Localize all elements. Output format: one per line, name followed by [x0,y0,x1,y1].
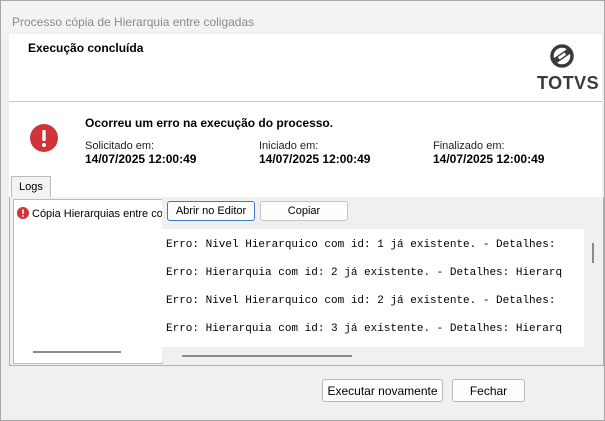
error-icon [30,124,58,152]
log-line: Erro: Nivel Hierarquico com id: 2 já exi… [166,295,556,307]
list-item[interactable]: Cópia Hierarquias entre coligadas [17,207,163,220]
tab-logs[interactable]: Logs [11,176,51,198]
log-text-area[interactable]: Erro: Nivel Hierarquico com id: 1 já exi… [162,229,584,347]
finished-value: 14/07/2025 12:00:49 [433,152,545,166]
footer: Executar novamente Fechar [9,366,602,420]
window-title: Processo cópia de Hierarquia entre colig… [12,15,255,29]
tab-strip: Logs [9,176,602,198]
totvs-logo-icon [550,44,574,68]
log-line: Erro: Hierarquia com id: 3 já existente.… [166,323,563,335]
started-value: 14/07/2025 12:00:49 [259,152,371,166]
dialog-window: Processo cópia de Hierarquia entre colig… [0,0,605,421]
title-bar[interactable]: Processo cópia de Hierarquia entre colig… [1,1,604,33]
header-panel: Execução concluída TOTVS [9,34,602,102]
close-button[interactable]: Fechar [452,379,525,402]
list-item-label: Cópia Hierarquias entre coligadas [32,208,163,220]
copy-button[interactable]: Copiar [260,201,348,221]
logo-text: TOTVS [537,73,600,93]
info-panel: Ocorreu um erro na execução do processo.… [9,102,602,176]
requested-value: 14/07/2025 12:00:49 [85,152,197,166]
finished-block: Finalizado em: 14/07/2025 12:00:49 [433,140,544,166]
run-again-button[interactable]: Executar novamente [322,379,443,402]
log-vertical-scrollbar[interactable] [592,243,594,263]
log-line: Erro: Hierarquia com id: 2 já existente.… [166,267,563,279]
error-icon [17,207,29,219]
error-message: Ocorreu um erro na execução do processo. [85,116,334,130]
header-title: Execução concluída [28,41,144,55]
log-detail: Abrir no Editor Copiar Erro: Nivel Hiera… [162,199,598,362]
log-line: Erro: Nivel Hierarquico com id: 1 já exi… [166,239,556,251]
list-scrollbar[interactable] [33,351,121,353]
totvs-logo: TOTVS [533,44,599,96]
log-horizontal-scrollbar[interactable] [182,355,352,357]
requested-block: Solicitado em: 14/07/2025 12:00:49 [85,140,196,166]
started-block: Iniciado em: 14/07/2025 12:00:49 [259,140,370,166]
logs-panel: Cópia Hierarquias entre coligadas Abrir … [9,197,604,366]
open-editor-button[interactable]: Abrir no Editor [167,201,255,221]
log-list[interactable]: Cópia Hierarquias entre coligadas [13,199,163,364]
